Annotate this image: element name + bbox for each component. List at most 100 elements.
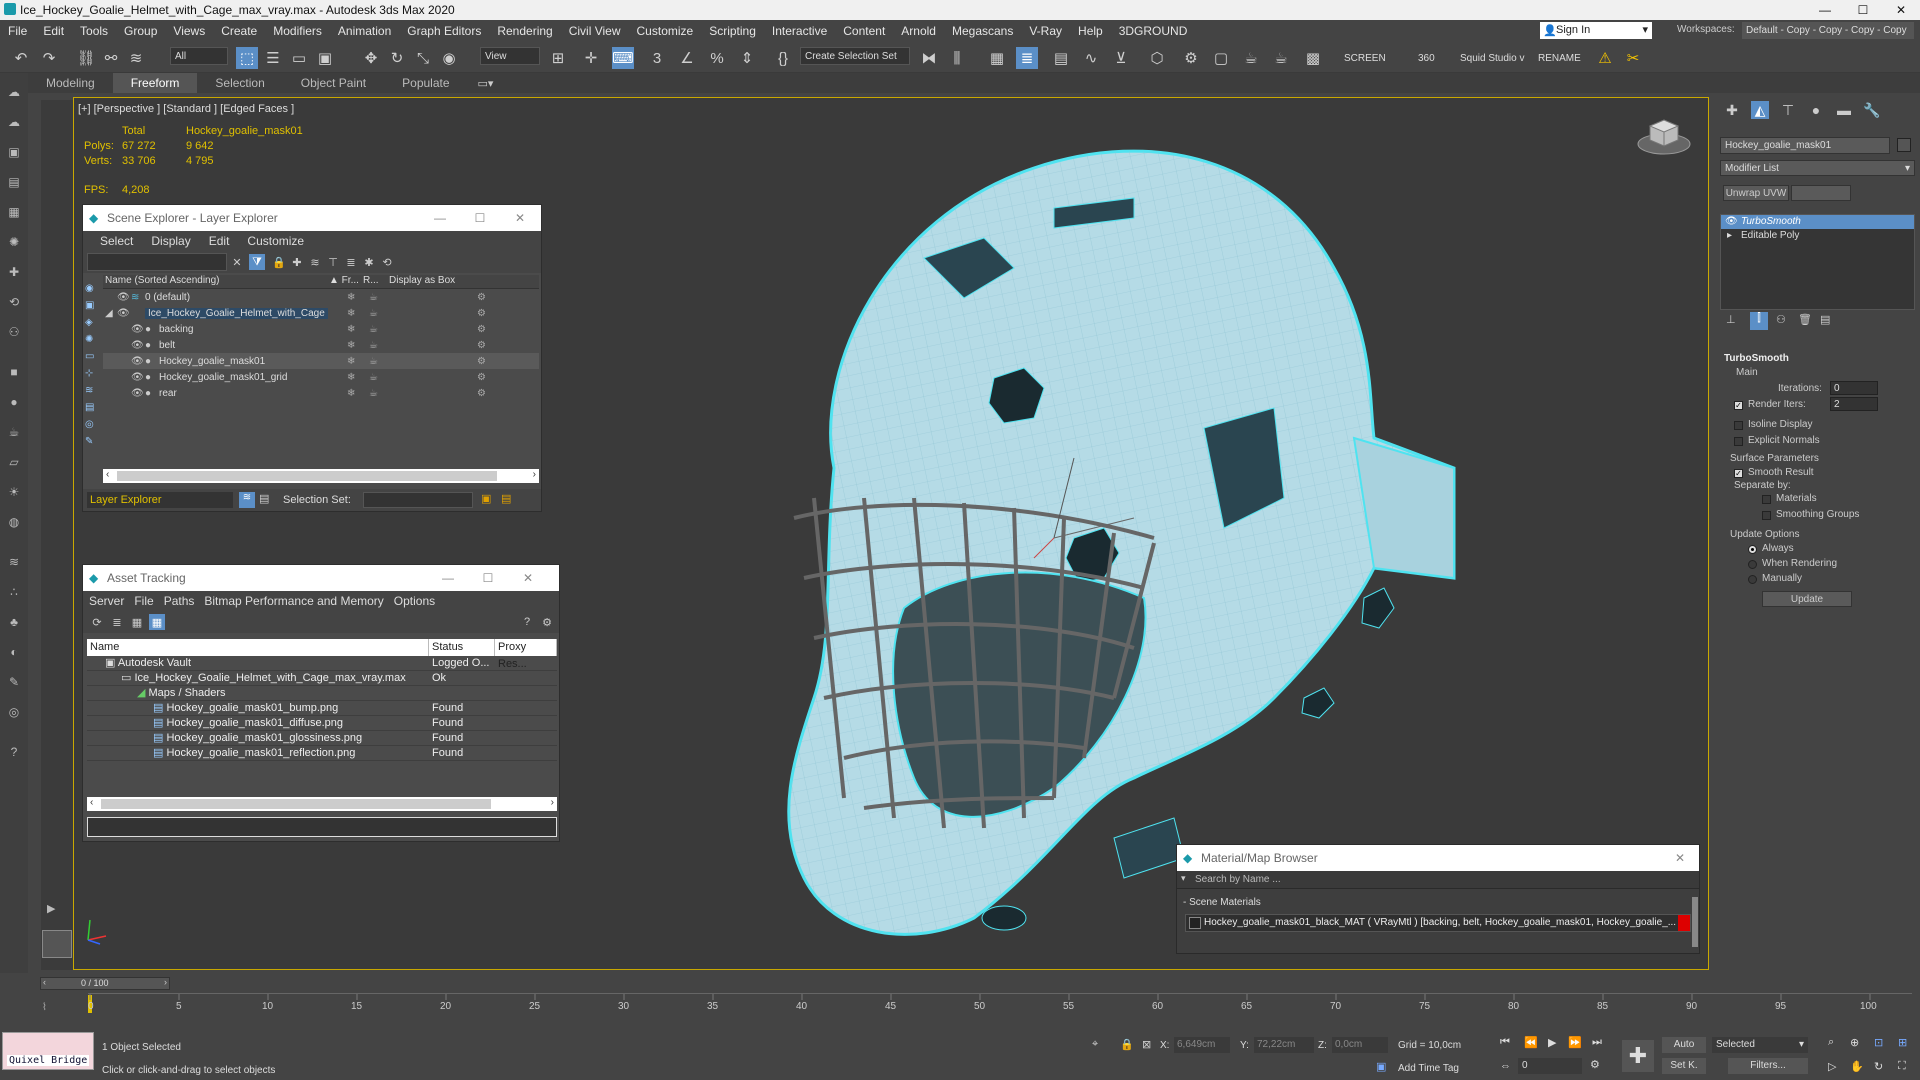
configure-sets-icon[interactable]: ▤ [1820,313,1830,326]
make-unique-icon[interactable]: ⚇ [1776,313,1786,326]
key-mode-icon[interactable]: ⇔ [1500,1060,1511,1072]
menu-file[interactable]: File [0,24,35,38]
undo-icon[interactable]: ↶ [10,47,32,69]
pin-stack-icon[interactable]: ⊥ [1726,313,1736,326]
menu-create[interactable]: Create [213,24,265,38]
scene-explorer-titlebar[interactable]: ◆ Scene Explorer - Layer Explorer — ☐ ✕ [83,205,541,231]
create-tab-icon[interactable]: ✚ [1723,101,1741,119]
display-box-icon[interactable]: ⚙ [477,388,486,399]
render-teapot-icon[interactable]: ☕ [369,292,378,303]
object-row[interactable]: 👁 ● rear ❄ ☕ ⚙ [103,385,539,401]
display-box-icon[interactable]: ⚙ [477,292,486,303]
hair-icon[interactable]: ≋ [5,553,23,571]
freeze-icon[interactable]: ❄ [347,324,355,335]
window-crossing-icon[interactable]: ▣ [314,47,336,69]
snaps-toggle-icon[interactable]: 3 [646,47,668,69]
redo-icon[interactable]: ↷ [38,47,60,69]
display-box-icon[interactable]: ⚙ [477,372,486,383]
render-teapot-icon[interactable]: ☕ [369,324,378,335]
menu-customize[interactable]: Customize [629,24,702,38]
teapot-icon[interactable]: ☕ [5,423,23,441]
stack-item-turbosmooth[interactable]: 👁 TurboSmooth [1721,215,1914,229]
particle-icon[interactable]: ∴ [5,583,23,601]
menu-edit[interactable]: Edit [200,234,239,248]
freeze-icon[interactable]: ❄ [347,292,355,303]
helper-icon[interactable]: ✚ [5,263,23,281]
menu-select[interactable]: Select [91,234,142,248]
select-object-icon[interactable]: ⬚ [236,47,258,69]
pan-icon[interactable]: ✋ [1850,1060,1864,1073]
link-icon[interactable]: ⛓ [75,47,97,69]
column-display-box[interactable]: Display as Box [389,275,455,288]
goto-end-icon[interactable]: ⏭ [1592,1036,1602,1049]
search-field[interactable] [87,253,227,271]
key-filter-dropdown[interactable]: Selected ▾ [1712,1037,1808,1053]
render-teapot-icon[interactable]: ☕ [369,340,378,351]
bind-spacewarp-icon[interactable]: ≋ [125,47,147,69]
menu-bitmap-performance[interactable]: Bitmap Performance and Memory [199,594,388,608]
render-teapot-icon[interactable]: ☕ [369,372,378,383]
zoom-icon[interactable]: ⌕ [1828,1036,1834,1049]
spacewarp-icon[interactable]: ⟲ [5,293,23,311]
render-setup-icon[interactable]: ⚙ [1180,47,1202,69]
zoom-extents-all-icon[interactable]: ⊞ [1898,1036,1907,1049]
display-tab-icon[interactable]: ▬ [1835,101,1853,119]
display-shapes-icon[interactable]: ◈ [85,317,101,333]
play-icon[interactable]: ▶ [1548,1036,1556,1049]
render-teapot-icon[interactable]: ☕ [369,388,378,399]
y-coordinate-field[interactable]: 72,22cm [1254,1037,1314,1053]
visibility-eye-icon[interactable]: 👁 [117,292,130,303]
viewport-layout-icon[interactable] [42,930,72,958]
expand-arrow-icon[interactable]: ▸ [1727,229,1732,243]
target-icon[interactable]: ◎ [5,703,23,721]
tab-modeling[interactable]: Modeling [28,73,113,93]
display-lights-icon[interactable]: ✺ [85,334,101,350]
freeze-icon[interactable]: ❄ [347,340,355,351]
angle-snap-icon[interactable]: ∠ [676,47,698,69]
scene-materials-section[interactable]: - Scene Materials [1177,894,1699,912]
display-spacewarps-icon[interactable]: ≋ [85,385,101,401]
material-entry[interactable]: Hockey_goalie_mask01_black_MAT ( VRayMtl… [1185,914,1691,932]
tab-populate[interactable]: Populate [384,73,467,93]
minimize-button[interactable]: — [437,565,459,591]
layer-options-icon[interactable]: ▤ [259,492,269,505]
scroll-left-icon[interactable]: ‹ [106,469,109,480]
asset-row[interactable]: ▤ Hockey_goalie_mask01_diffuse.png Found [87,716,557,731]
screen-label[interactable]: SCREEN [1344,53,1386,64]
tab-freeform[interactable]: Freeform [112,73,198,93]
curve-editor-icon[interactable]: ∿ [1080,47,1102,69]
smoothing-groups-checkbox[interactable] [1762,511,1771,520]
display-bones-icon[interactable]: ✎ [85,436,101,452]
named-selection-set-dropdown[interactable]: Create Selection Set [800,47,910,65]
menu-options[interactable]: Options [389,594,440,608]
visibility-eye-icon[interactable]: 👁 [117,308,130,319]
manually-radio[interactable] [1748,575,1757,584]
help-icon[interactable]: ? [5,743,23,761]
lock-icon[interactable]: 🔒 [271,254,287,270]
tab-selection[interactable]: Selection [197,73,282,93]
scroll-thumb[interactable] [101,799,491,809]
menu-rendering[interactable]: Rendering [489,24,560,38]
light-icon[interactable]: ✺ [5,233,23,251]
layer-row[interactable]: ◢ 👁 Ice_Hockey_Goalie_Helmet_with_Cage ❄… [103,305,539,321]
display-none-icon[interactable]: ◉ [85,283,101,299]
helmet-shell[interactable] [787,149,1456,936]
object-color-swatch[interactable] [1897,138,1911,152]
squid-studio-button[interactable]: Squid Studio v [1460,53,1525,64]
menu-tools[interactable]: Tools [72,24,116,38]
expand-arrow-icon[interactable]: ▶ [47,902,55,915]
sync-icon[interactable]: ⟲ [379,254,395,270]
display-xrefs-icon[interactable]: ◎ [85,419,101,435]
asset-row[interactable]: ▭ Ice_Hockey_Goalie_Helmet_with_Cage_max… [87,671,557,686]
freeze-icon[interactable]: ❄ [347,388,355,399]
scale-icon[interactable]: ⤡ [412,47,434,69]
reference-coord-dropdown[interactable]: View [480,47,540,65]
hierarchy-tab-icon[interactable]: ⊤ [1779,101,1797,119]
systems-icon[interactable]: ⚇ [5,323,23,341]
render-iters-spinner[interactable]: 2 [1830,397,1878,411]
time-tag-icon[interactable]: ▣ [1376,1060,1386,1073]
display-box-icon[interactable]: ⚙ [477,308,486,319]
layer-row[interactable]: 👁 ≋ 0 (default) ❄ ☕ ⚙ [103,289,539,305]
menu-help[interactable]: Help [1070,24,1111,38]
warning-icon[interactable]: ⚠ [1594,47,1616,69]
